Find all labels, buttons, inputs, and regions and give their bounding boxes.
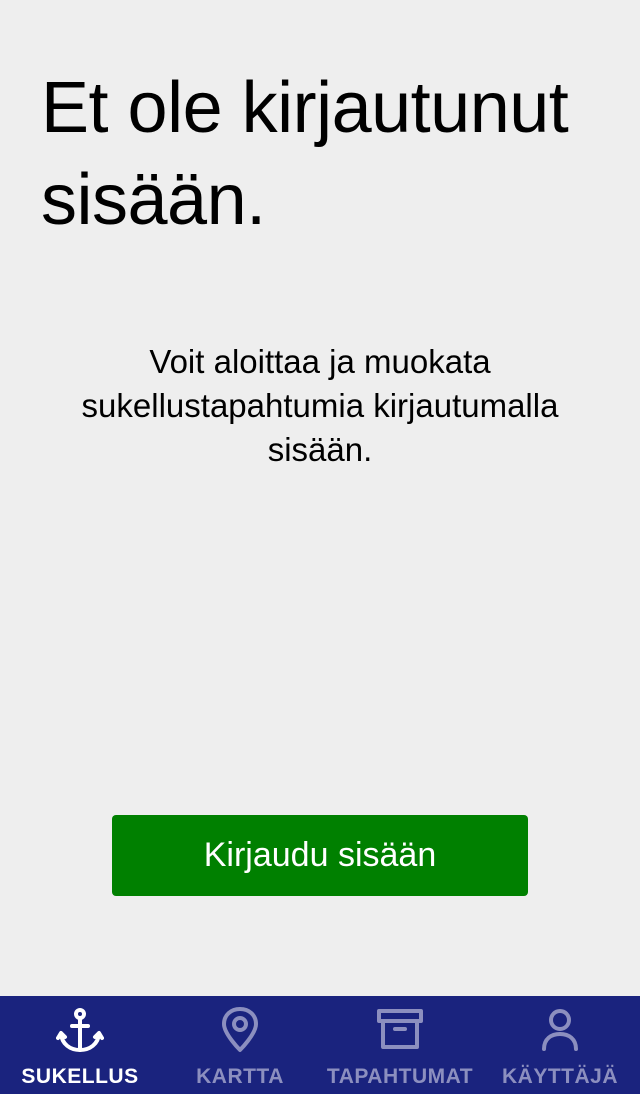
login-button[interactable]: Kirjaudu sisään [112, 815, 528, 896]
login-prompt-text: Voit aloittaa ja muokata sukellustapahtu… [81, 343, 559, 468]
tab-kartta[interactable]: KARTTA [160, 996, 320, 1094]
anchor-icon [56, 1006, 104, 1054]
bottom-tab-bar: SUKELLUS KARTTA TAPAHTUMAT KÄYTTÄJÄ [0, 996, 640, 1094]
tab-tapahtumat[interactable]: TAPAHTUMAT [320, 996, 480, 1094]
archive-box-icon [376, 1006, 424, 1054]
not-logged-in-screen: Et ole kirjautunut sisään. Voit aloittaa… [0, 0, 640, 996]
user-icon [536, 1006, 584, 1054]
tab-label: SUKELLUS [21, 1065, 139, 1088]
tab-sukellus[interactable]: SUKELLUS [0, 996, 160, 1094]
tab-kayttaja[interactable]: KÄYTTÄJÄ [480, 996, 640, 1094]
map-pin-icon [216, 1006, 264, 1054]
tab-label: KÄYTTÄJÄ [501, 1065, 618, 1088]
page-title: Et ole kirjautunut sisään. [41, 68, 569, 240]
tab-label: TAPAHTUMAT [326, 1065, 474, 1088]
tab-label: KARTTA [196, 1065, 284, 1088]
